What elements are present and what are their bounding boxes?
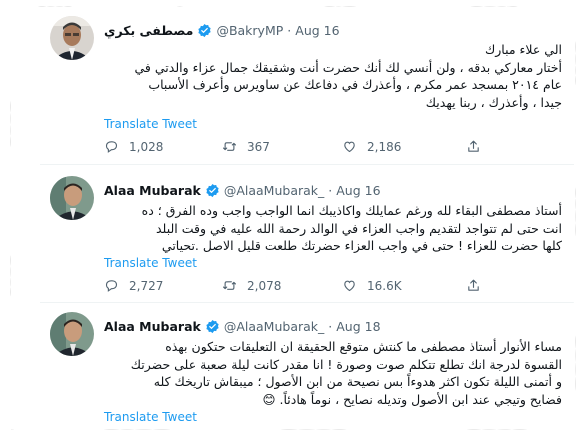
author-name[interactable]: Alaa Mubarak [104,183,201,198]
separator-dot: · [287,22,292,38]
tweet-line: انت حتى لم تتواجد لتقديم واجب العزاء في … [156,220,562,236]
heart-icon [344,141,355,153]
author-handle[interactable]: @AlaaMubarak_ [224,183,324,198]
tweet-line: أختار معاركي بدقه ، ولن أنسي لك أنك حضرت… [134,59,563,75]
tweet-actions: 1,028 367 2,186 [104,139,524,159]
tweet-line: و أتمنى الليلة تكون اكثر هدوءاً بس نصيحة… [153,374,562,389]
tweet-line: جيدا ، وأعذرك ، ربنا يهديك [425,94,562,110]
translate-tweet-link[interactable]: Translate Tweet [104,117,197,131]
tweet-text: مساء الأنوار أستاذ مصطفى ما كنتش متوقع ا… [54,338,562,408]
tweet-line: القسوة لدرجة انك تطلع تتكلم صوت وصورة ! … [130,356,562,372]
separator-dot: · [328,182,333,198]
tweet-line: فضايح وتيجي عند ابن الأصول وتديله نصايح … [262,391,563,407]
tweet-line: الي علاء مبارك [484,42,562,57]
translate-tweet-link[interactable]: Translate Tweet [104,410,197,424]
tweet-date[interactable]: Aug 16 [295,23,339,38]
share-icon [468,140,479,152]
tweet-line: أستاذ مصطفى البقاء لله ورغم عمايلك واكاذ… [141,203,562,218]
verified-badge-icon [198,23,212,37]
share-button[interactable] [466,278,491,293]
tweet-date[interactable]: Aug 16 [336,183,380,198]
author-name[interactable]: مصطفى بكري [104,23,193,38]
tweet-divider [40,164,576,165]
reply-count: 2,727 [129,278,164,293]
tweet-text: أستاذ مصطفى البقاء لله ورغم عمايلك واكاذ… [54,202,562,255]
retweet-icon [223,281,236,290]
reply-button[interactable]: 2,727 [104,278,163,293]
tweet-thread-card: مصطفى بكري @BakryMP · Aug 16 الي علاء مب… [10,6,576,430]
author-handle[interactable]: @AlaaMubarak_ [224,319,324,334]
tweet-text: الي علاء مبارك أختار معاركي بدقه ، ولن أ… [54,41,563,111]
reply-icon [105,280,118,292]
verified-badge-icon [206,183,219,197]
tweet-line: كلها حضرت للعزاء ! حتى في واجب العزاء حض… [161,238,562,253]
verified-badge-icon [206,319,219,333]
author-name[interactable]: Alaa Mubarak [104,319,201,334]
like-button[interactable]: 16.6K [342,278,402,293]
retweet-icon [223,142,236,151]
author-handle[interactable]: @BakryMP [216,23,283,38]
retweet-count: 367 [247,139,270,154]
retweet-button[interactable]: 367 [222,139,270,154]
like-button[interactable]: 2,186 [342,139,401,154]
retweet-button[interactable]: 2,078 [222,278,281,293]
like-count: 2,186 [367,139,402,154]
translate-tweet-link[interactable]: Translate Tweet [104,256,197,270]
tweet-date[interactable]: Aug 18 [336,319,380,334]
like-count: 16.6K [367,278,402,293]
tweet-line: مساء الأنوار أستاذ مصطفى ما كنتش متوقع ا… [165,339,562,354]
reply-icon [105,141,118,153]
heart-icon [344,280,355,292]
share-icon [468,279,479,291]
tweet-divider [40,302,576,303]
separator-dot: · [328,318,333,334]
share-button[interactable] [466,139,491,154]
reply-count: 1,028 [129,139,164,154]
retweet-count: 2,078 [247,278,282,293]
tweet-actions: 2,727 2,078 16.6K [104,278,524,298]
tweet-line: عام ٢٠١٤ بمسجد عمر مكرم ، وأعذرك في دفاع… [148,77,562,92]
reply-button[interactable]: 1,028 [104,139,163,154]
